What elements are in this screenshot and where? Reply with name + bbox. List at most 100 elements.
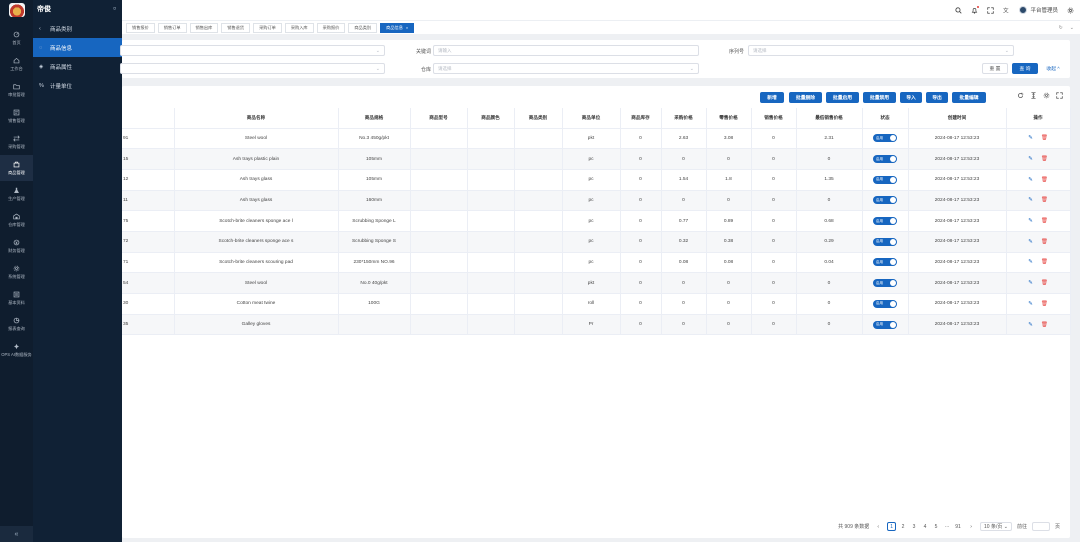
column-height-icon[interactable] xyxy=(1030,92,1037,101)
page-button[interactable]: 3 xyxy=(910,522,918,531)
submenu-item-0[interactable]: ‹ 商品类别 xyxy=(33,19,122,38)
toolbar-button-5[interactable]: 导出 xyxy=(926,92,948,103)
status-toggle[interactable]: 启用 xyxy=(873,134,897,143)
table-row[interactable]: 35 Galley gloves Pr 0 0 0 0 0 启用 2024-08-17 12:53… xyxy=(122,314,1071,336)
edit-icon[interactable]: ✎ xyxy=(1028,322,1033,328)
jump-page-input[interactable] xyxy=(1031,522,1050,531)
refresh-icon[interactable] xyxy=(1017,92,1024,101)
table-row[interactable]: 71 Scotch-brite cleaners scouring pad 230*… xyxy=(122,252,1071,274)
toolbar-button-3[interactable]: 批量禁用 xyxy=(863,92,896,103)
page-button[interactable]: 5 xyxy=(932,522,940,531)
collapse-sidebar-button[interactable]: « xyxy=(0,526,33,542)
keyword-input[interactable]: 请输入 xyxy=(433,45,699,56)
status-toggle[interactable]: 启用 xyxy=(873,320,897,329)
edit-icon[interactable]: ✎ xyxy=(1028,280,1033,286)
table-row[interactable]: 54 Steel wool No.0 40g/pkt pkt 0 0 0 0 0 启用 2024-0… xyxy=(122,272,1071,294)
status-toggle[interactable]: 启用 xyxy=(873,279,897,288)
tab-2[interactable]: 销售出库 xyxy=(189,22,219,33)
rail-item-sales[interactable]: 销售管理 xyxy=(0,103,33,129)
settings-icon[interactable] xyxy=(1067,7,1074,14)
page-button[interactable]: ··· xyxy=(943,522,951,531)
reset-button[interactable]: 重 置 xyxy=(982,63,1008,74)
submenu-item-2[interactable]: ◈ 商品属性 xyxy=(33,57,122,76)
tab-3[interactable]: 销售退货 xyxy=(221,22,251,33)
fullscreen-icon[interactable] xyxy=(1056,92,1063,101)
tab-1[interactable]: 销售订单 xyxy=(157,22,187,33)
delete-icon[interactable]: 🗑 xyxy=(1041,259,1048,265)
next-page-button[interactable]: › xyxy=(967,522,975,531)
status-toggle[interactable]: 启用 xyxy=(873,217,897,226)
bell-icon[interactable] xyxy=(971,5,980,14)
rail-item-warehouse[interactable]: 仓库管理 xyxy=(0,207,33,233)
tab-0[interactable]: 销售报价 xyxy=(126,22,155,33)
delete-icon[interactable]: 🗑 xyxy=(1041,280,1048,286)
delete-icon[interactable]: 🗑 xyxy=(1041,197,1048,203)
edit-icon[interactable]: ✎ xyxy=(1028,135,1033,141)
delete-icon[interactable]: 🗑 xyxy=(1041,239,1048,245)
prev-page-button[interactable]: ‹ xyxy=(874,522,882,531)
delete-icon[interactable]: 🗑 xyxy=(1041,322,1048,328)
toolbar-button-0[interactable]: 新增 xyxy=(760,92,784,103)
toolbar-button-4[interactable]: 导入 xyxy=(900,92,922,103)
collapse-filter-button[interactable]: 收起 ^ xyxy=(1040,63,1066,74)
rail-item-report[interactable]: 报表查询 xyxy=(0,311,33,337)
edit-icon[interactable]: ✎ xyxy=(1028,197,1033,203)
rail-item-purchase[interactable]: 采购管理 xyxy=(0,129,33,155)
edit-icon[interactable]: ✎ xyxy=(1028,218,1033,224)
table-row[interactable]: 91 Steel wool No.3 450g/pkt pkt 0 2.63 3.08 0 2.… xyxy=(122,128,1071,150)
edit-icon[interactable]: ✎ xyxy=(1028,156,1033,162)
table-row[interactable]: 30 Cotton meat twine 100G roll 0 0 0 0 0 启用 2024-0… xyxy=(122,293,1071,315)
close-icon[interactable]: × xyxy=(406,25,408,30)
table-row[interactable]: 11 Ash trays glass 160mm pc 0 0 0 0 0 启用 2024-08-1… xyxy=(122,190,1071,212)
submenu-item-1[interactable]: ◌ 商品信息 xyxy=(33,38,122,57)
rail-item-folder[interactable]: 审批管理 xyxy=(0,77,33,103)
unit-select[interactable]: ⌄ xyxy=(120,63,385,74)
page-button[interactable]: 91 xyxy=(954,522,962,531)
search-icon[interactable] xyxy=(955,6,963,14)
edit-icon[interactable]: ✎ xyxy=(1028,177,1033,183)
tab-7[interactable]: 商品类别 xyxy=(348,22,378,33)
rail-item-box[interactable]: 商品管理 xyxy=(0,155,33,181)
pin-icon[interactable]: ¤ xyxy=(113,6,116,12)
delete-icon[interactable]: 🗑 xyxy=(1041,156,1048,162)
delete-icon[interactable]: 🗑 xyxy=(1041,301,1048,307)
toolbar-button-6[interactable]: 批量编辑 xyxy=(952,92,986,103)
table-row[interactable]: 15 Ash trays plastic plain 105mm pc 0 0 0 0 0 启用 2… xyxy=(122,148,1071,170)
status-toggle[interactable]: 启用 xyxy=(873,196,897,205)
column-settings-icon[interactable] xyxy=(1043,92,1050,101)
rail-item-dashboard[interactable]: 首页 xyxy=(0,25,33,51)
status-toggle[interactable]: 启用 xyxy=(873,175,897,184)
table-row[interactable]: 12 Ash trays glass 105mm pc 0 1.54 1.8 0 1.35 启用 2… xyxy=(122,169,1071,191)
page-size-select[interactable]: 10 条/页 ⌄ xyxy=(980,522,1012,531)
language-icon[interactable]: 文 xyxy=(1003,7,1010,14)
edit-icon[interactable]: ✎ xyxy=(1028,239,1033,245)
rail-item-list[interactable]: 基本资料 xyxy=(0,285,33,311)
warehouse-select[interactable]: 请选择 ⌄ xyxy=(433,63,699,74)
status-toggle[interactable]: 启用 xyxy=(873,155,897,164)
rail-item-finance[interactable]: 财务管理 xyxy=(0,233,33,259)
rail-item-ai[interactable]: OPS AI数据服务 xyxy=(0,337,33,363)
page-button[interactable]: 1 xyxy=(887,522,897,531)
toolbar-button-1[interactable]: 批量删除 xyxy=(789,92,822,103)
page-button[interactable]: 4 xyxy=(921,522,929,531)
serial-select[interactable]: 请选择 ⌄ xyxy=(748,45,1014,56)
edit-icon[interactable]: ✎ xyxy=(1028,301,1033,307)
tab-4[interactable]: 采购订单 xyxy=(253,22,282,33)
fullscreen-icon[interactable] xyxy=(987,6,995,14)
tab-5[interactable]: 采购入库 xyxy=(284,22,314,33)
user-menu[interactable]: 平台管理员 xyxy=(1019,6,1058,14)
rail-item-flask[interactable]: 生产管理 xyxy=(0,181,33,207)
page-button[interactable]: 2 xyxy=(899,522,907,531)
table-row[interactable]: 72 Scotch-brite cleaners sponge ace s Scru… xyxy=(122,231,1071,253)
refresh-icon[interactable]: ↻ xyxy=(1059,25,1063,31)
delete-icon[interactable]: 🗑 xyxy=(1041,218,1048,224)
tab-6[interactable]: 采购报价 xyxy=(316,22,346,33)
submenu-item-3[interactable]: % 计量单位 xyxy=(33,76,122,95)
status-toggle[interactable]: 启用 xyxy=(873,299,897,308)
tab-more-icon[interactable]: ⌄ xyxy=(1070,25,1074,31)
toolbar-button-2[interactable]: 批量启用 xyxy=(826,92,859,103)
rail-item-gear[interactable]: 系统管理 xyxy=(0,259,33,285)
delete-icon[interactable]: 🗑 xyxy=(1041,135,1048,141)
category-select[interactable]: ⌄ xyxy=(120,45,385,56)
table-row[interactable]: 75 Scotch-brite cleaners sponge ace l Scru… xyxy=(122,210,1071,232)
